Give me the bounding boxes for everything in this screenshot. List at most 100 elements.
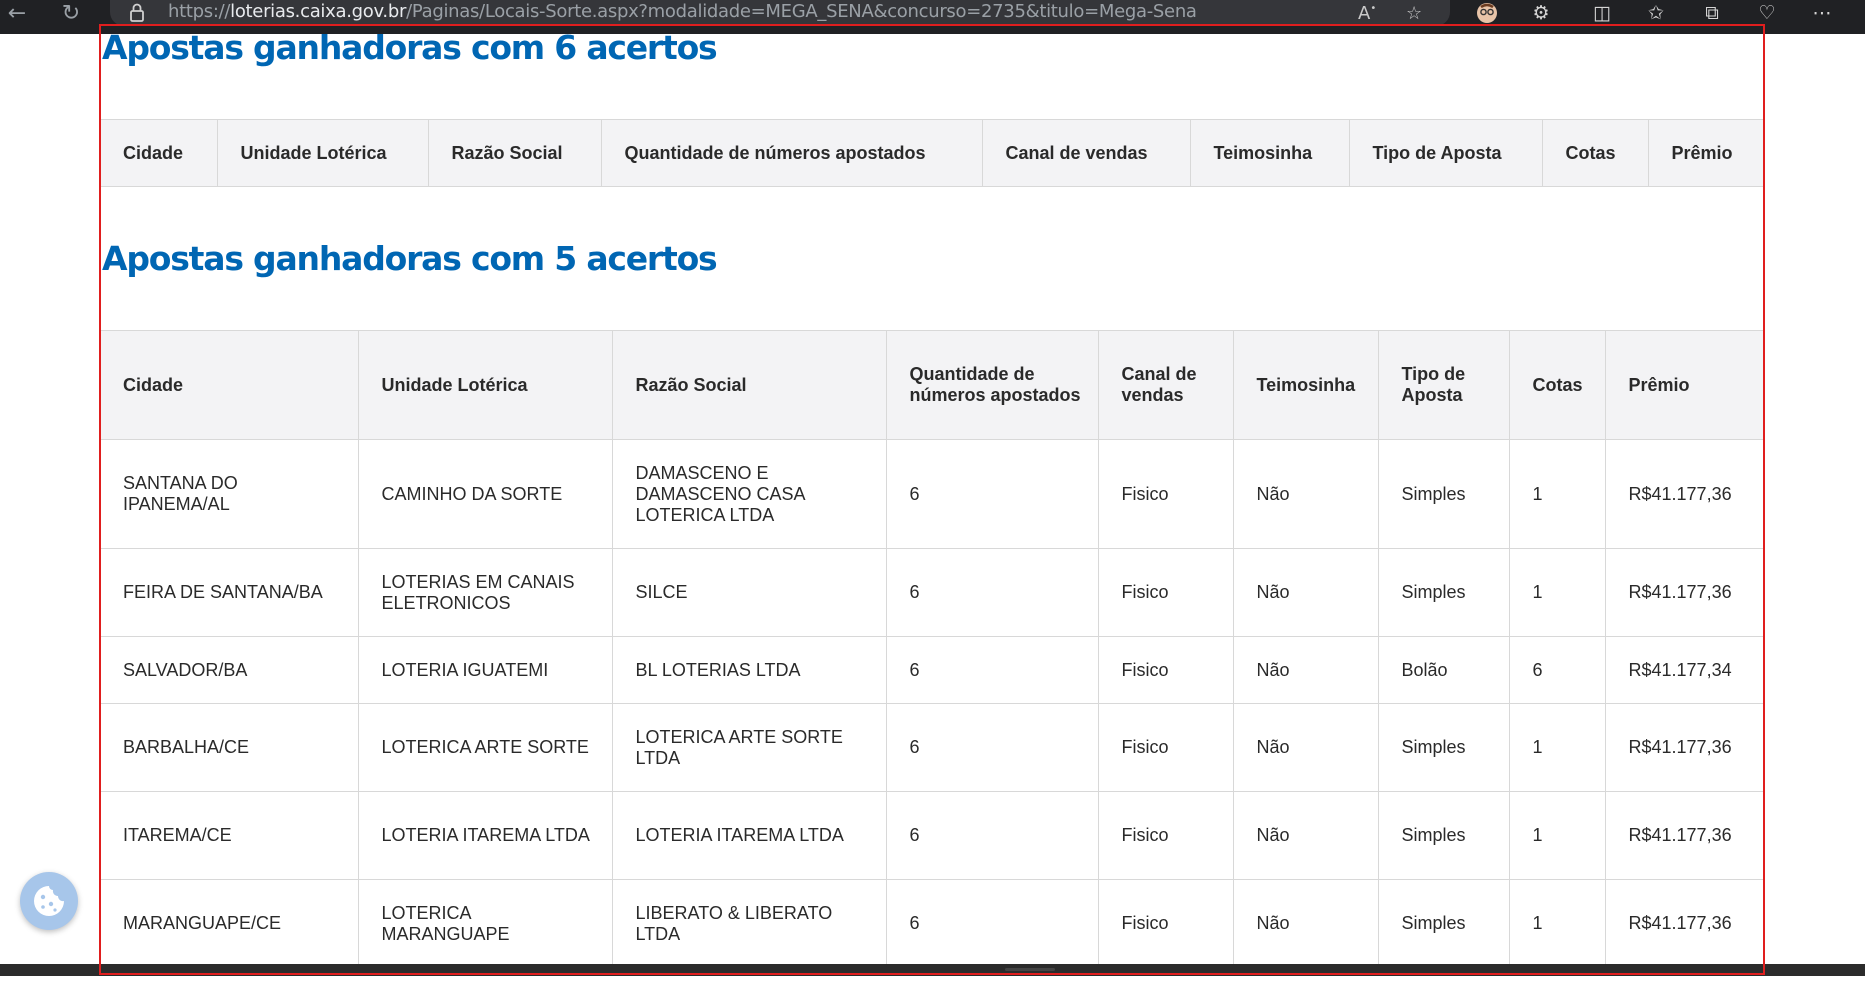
cell-quantidade-numeros: 6 (886, 636, 1099, 704)
cell-cidade: FEIRA DE SANTANA/BA (100, 548, 359, 637)
cell-cotas: 1 (1509, 703, 1606, 792)
cell-tipo-aposta: Simples (1378, 548, 1510, 637)
cell-tipo-aposta: Simples (1378, 703, 1510, 792)
scrollbar-handle[interactable] (1005, 968, 1055, 971)
back-icon[interactable]: ← (4, 0, 30, 26)
cell-cidade: SALVADOR/BA (100, 636, 359, 704)
address-bar[interactable]: https://loterias.caixa.gov.br/Paginas/Lo… (110, 0, 1450, 26)
cell-tipo-aposta: Simples (1378, 439, 1510, 549)
url-domain: loterias.caixa.gov.br (230, 1, 407, 22)
profile-avatar-icon[interactable] (1472, 0, 1502, 26)
cell-canal-vendas: Fisico (1098, 879, 1234, 968)
cell-unidade-loterica: LOTERIAS EM CANAIS ELETRONICOS (358, 548, 613, 637)
url-prefix: https:// (168, 1, 231, 22)
refresh-icon[interactable]: ↻ (58, 0, 84, 26)
column-header-quantidade-numeros[interactable]: Quantidade de números apostados (601, 119, 983, 187)
collections-icon[interactable]: ⧉ (1697, 0, 1727, 26)
cell-canal-vendas: Fisico (1098, 548, 1234, 637)
table-row: MARANGUAPE/CE LOTERICA MARANGUAPE LIBERA… (100, 879, 1765, 968)
cell-cotas: 1 (1509, 879, 1606, 968)
cell-quantidade-numeros: 6 (886, 703, 1099, 792)
cell-canal-vendas: Fisico (1098, 636, 1234, 704)
cell-quantidade-numeros: 6 (886, 439, 1099, 549)
cell-premio: R$41.177,36 (1605, 703, 1765, 792)
column-header-unidade-loterica[interactable]: Unidade Lotérica (217, 119, 429, 187)
cell-unidade-loterica: LOTERICA MARANGUAPE (358, 879, 613, 968)
url-text[interactable]: https://loterias.caixa.gov.br/Paginas/Lo… (168, 1, 1197, 23)
cell-canal-vendas: Fisico (1098, 791, 1234, 880)
cell-razao-social: LOTERIA ITAREMA LTDA (612, 791, 887, 880)
column-header-tipo-aposta[interactable]: Tipo de Aposta (1378, 330, 1510, 440)
cell-cotas: 1 (1509, 548, 1606, 637)
column-header-cidade[interactable]: Cidade (100, 330, 359, 440)
column-header-canal-vendas[interactable]: Canal de vendas (982, 119, 1191, 187)
cookie-settings-button[interactable] (20, 872, 78, 930)
section-title-6-acertos: Apostas ganhadoras com 6 acertos (102, 34, 718, 67)
cell-unidade-loterica: LOTERIA IGUATEMI (358, 636, 613, 704)
table-5-acertos: Cidade Unidade Lotérica Razão Social Qua… (100, 330, 1765, 968)
cell-premio: R$41.177,34 (1605, 636, 1765, 704)
extensions-icon[interactable]: ⚙ (1526, 0, 1556, 26)
column-header-teimosinha[interactable]: Teimosinha (1190, 119, 1350, 187)
lock-icon[interactable] (130, 3, 144, 23)
table-row: FEIRA DE SANTANA/BA LOTERIAS EM CANAIS E… (100, 548, 1765, 637)
cell-cidade: ITAREMA/CE (100, 791, 359, 880)
cell-teimosinha: Não (1233, 791, 1379, 880)
cell-tipo-aposta: Simples (1378, 791, 1510, 880)
cell-unidade-loterica: LOTERIA ITAREMA LTDA (358, 791, 613, 880)
column-header-canal-vendas[interactable]: Canal de vendas (1098, 330, 1234, 440)
favorite-star-icon[interactable]: ☆ (1406, 0, 1422, 26)
column-header-razao-social[interactable]: Razão Social (428, 119, 602, 187)
column-header-teimosinha[interactable]: Teimosinha (1233, 330, 1379, 440)
table-header-row: Cidade Unidade Lotérica Razão Social Qua… (100, 330, 1765, 440)
cell-unidade-loterica: CAMINHO DA SORTE (358, 439, 613, 549)
url-path: /Paginas/Locais-Sorte.aspx?modalidade=ME… (406, 1, 1197, 22)
table-row: SALVADOR/BA LOTERIA IGUATEMI BL LOTERIAS… (100, 636, 1765, 704)
cell-razao-social: LOTERICA ARTE SORTE LTDA (612, 703, 887, 792)
cell-cidade: MARANGUAPE/CE (100, 879, 359, 968)
cell-razao-social: LIBERATO & LIBERATO LTDA (612, 879, 887, 968)
table-row: BARBALHA/CE LOTERICA ARTE SORTE LOTERICA… (100, 703, 1765, 792)
favorites-icon[interactable]: ✩ (1641, 0, 1671, 26)
cell-quantidade-numeros: 6 (886, 879, 1099, 968)
cell-cotas: 1 (1509, 791, 1606, 880)
column-header-cidade[interactable]: Cidade (100, 119, 218, 187)
column-header-razao-social[interactable]: Razão Social (612, 330, 887, 440)
cookie-icon (34, 886, 64, 916)
table-header-row: Cidade Unidade Lotérica Razão Social Qua… (100, 119, 1765, 187)
cell-quantidade-numeros: 6 (886, 548, 1099, 637)
cell-razao-social: BL LOTERIAS LTDA (612, 636, 887, 704)
cell-quantidade-numeros: 6 (886, 791, 1099, 880)
browser-essentials-icon[interactable]: ♡ (1752, 0, 1782, 26)
more-icon[interactable]: ⋯ (1807, 0, 1837, 26)
browser-toolbar: ← ↻ https://loterias.caixa.gov.br/Pagina… (0, 0, 1865, 34)
column-header-premio[interactable]: Prêmio (1605, 330, 1765, 440)
page-content: Apostas ganhadoras com 6 acertos Cidade … (100, 34, 1765, 974)
cell-premio: R$41.177,36 (1605, 548, 1765, 637)
cell-teimosinha: Não (1233, 439, 1379, 549)
table-6-acertos: Cidade Unidade Lotérica Razão Social Qua… (100, 119, 1765, 187)
cell-tipo-aposta: Bolão (1378, 636, 1510, 704)
column-header-premio[interactable]: Prêmio (1648, 119, 1765, 187)
cell-canal-vendas: Fisico (1098, 439, 1234, 549)
column-header-cotas[interactable]: Cotas (1509, 330, 1606, 440)
cell-cotas: 6 (1509, 636, 1606, 704)
cell-cotas: 1 (1509, 439, 1606, 549)
table-row: SANTANA DO IPANEMA/AL CAMINHO DA SORTE D… (100, 439, 1765, 549)
column-header-quantidade-numeros[interactable]: Quantidade de números apostados (886, 330, 1099, 440)
cell-premio: R$41.177,36 (1605, 791, 1765, 880)
cell-premio: R$41.177,36 (1605, 439, 1765, 549)
cell-cidade: SANTANA DO IPANEMA/AL (100, 439, 359, 549)
read-aloud-icon[interactable]: A • (1358, 0, 1376, 26)
cell-cidade: BARBALHA/CE (100, 703, 359, 792)
cell-razao-social: SILCE (612, 548, 887, 637)
column-header-cotas[interactable]: Cotas (1542, 119, 1649, 187)
read-aloud-label: A (1358, 2, 1371, 24)
cell-teimosinha: Não (1233, 879, 1379, 968)
column-header-tipo-aposta[interactable]: Tipo de Aposta (1349, 119, 1543, 187)
column-header-unidade-loterica[interactable]: Unidade Lotérica (358, 330, 613, 440)
split-screen-icon[interactable]: ◫ (1587, 0, 1617, 26)
bottom-scrollbar[interactable] (0, 964, 1865, 976)
cell-tipo-aposta: Simples (1378, 879, 1510, 968)
cell-teimosinha: Não (1233, 548, 1379, 637)
